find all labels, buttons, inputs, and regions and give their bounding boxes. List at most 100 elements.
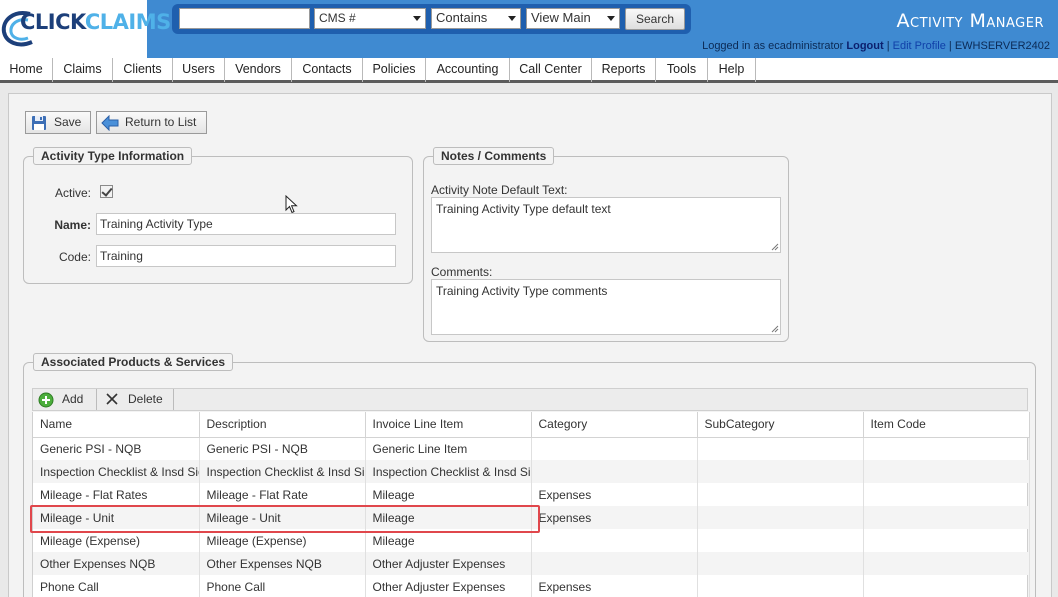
menu-item-contacts[interactable]: Contacts <box>292 58 363 82</box>
app-header: CLICKCLAIMS CMS # Contains View Main Sea… <box>0 0 1058 58</box>
cell-category: Expenses <box>531 483 698 506</box>
code-field[interactable]: Training <box>96 245 396 267</box>
column-header-name[interactable]: Name <box>33 412 200 438</box>
cell-subcategory <box>697 552 864 575</box>
table-row[interactable]: Phone Call Phone Call Other Adjuster Exp… <box>33 575 1030 597</box>
return-to-list-label: Return to List <box>125 115 197 129</box>
cell-subcategory <box>697 460 864 483</box>
comments-label: Comments: <box>431 265 493 279</box>
cell-item-code <box>863 437 1030 460</box>
cell-category <box>531 529 698 552</box>
resize-grip-icon[interactable] <box>771 243 779 251</box>
menu-item-vendors[interactable]: Vendors <box>225 58 292 82</box>
save-button[interactable]: Save <box>25 111 91 134</box>
column-header-item-code[interactable]: Item Code <box>863 412 1030 438</box>
column-header-description[interactable]: Description <box>199 412 366 438</box>
logout-link[interactable]: Logout <box>846 40 883 52</box>
default-text-textarea[interactable]: Training Activity Type default text <box>431 197 781 253</box>
cell-subcategory <box>697 506 864 529</box>
name-field[interactable]: Training Activity Type <box>96 213 396 235</box>
add-label: Add <box>62 392 84 406</box>
products-legend: Associated Products & Services <box>33 353 234 371</box>
search-operator-value: Contains <box>436 10 488 25</box>
table-row[interactable]: Other Expenses NQB Other Expenses NQB Ot… <box>33 552 1030 575</box>
cell-item-code <box>863 506 1030 529</box>
logo-part-click: CLICK <box>20 10 85 34</box>
search-field-select[interactable]: CMS # <box>314 8 426 29</box>
search-operator-select[interactable]: Contains <box>431 8 521 29</box>
delete-button[interactable]: Delete <box>99 389 174 410</box>
menu-item-call-center[interactable]: Call Center <box>510 58 592 82</box>
cell-category: Expenses <box>531 506 698 529</box>
table-row[interactable]: Mileage - Flat Rates Mileage - Flat Rate… <box>33 483 1030 506</box>
cell-description: Mileage - Flat Rate <box>199 483 366 506</box>
search-input[interactable] <box>179 8 310 29</box>
menu-item-claims[interactable]: Claims <box>53 58 113 82</box>
cell-subcategory <box>697 575 864 597</box>
cell-category <box>531 552 698 575</box>
comments-textarea[interactable]: Training Activity Type comments <box>431 279 781 335</box>
cell-description: Phone Call <box>199 575 366 597</box>
menu-item-help[interactable]: Help <box>708 58 756 82</box>
server-name: EWHSERVER2402 <box>954 40 1050 52</box>
edit-profile-link[interactable]: Edit Profile <box>893 40 946 52</box>
menu-item-policies[interactable]: Policies <box>363 58 426 82</box>
menu-item-home[interactable]: Home <box>0 58 53 82</box>
menu-item-clients[interactable]: Clients <box>113 58 173 82</box>
menu-item-reports[interactable]: Reports <box>592 58 656 82</box>
cell-category <box>531 437 698 460</box>
comments-value: Training Activity Type comments <box>436 284 608 298</box>
search-bar: CMS # Contains View Main Search <box>172 4 691 34</box>
chevron-down-icon <box>508 16 516 21</box>
cell-subcategory <box>697 529 864 552</box>
highlight-annotation-box <box>30 505 540 533</box>
menu-item-tools[interactable]: Tools <box>656 58 708 82</box>
logo-text: CLICKCLAIMS <box>20 10 171 34</box>
cell-item-code <box>863 460 1030 483</box>
add-icon <box>38 392 54 408</box>
resize-grip-icon[interactable] <box>771 325 779 333</box>
cell-description: Inspection Checklist & Insd Sig <box>199 460 366 483</box>
grid-toolbar: Add Delete <box>32 388 1028 411</box>
column-header-invoice-line-item[interactable]: Invoice Line Item <box>365 412 532 438</box>
table-row[interactable]: Inspection Checklist & Insd Sig Inspecti… <box>33 460 1030 483</box>
menu-item-accounting[interactable]: Accounting <box>426 58 510 82</box>
cell-name: Generic PSI - NQB <box>33 437 200 460</box>
cell-item-code <box>863 552 1030 575</box>
search-button[interactable]: Search <box>625 8 685 30</box>
menu-item-users[interactable]: Users <box>173 58 225 82</box>
cell-subcategory <box>697 483 864 506</box>
cell-item-code <box>863 575 1030 597</box>
cell-category <box>531 460 698 483</box>
cell-item-code <box>863 529 1030 552</box>
cell-invoice-line-item: Inspection Checklist & Insd Sig <box>365 460 532 483</box>
column-header-subcategory[interactable]: SubCategory <box>697 412 864 438</box>
cell-item-code <box>863 483 1030 506</box>
chevron-down-icon <box>607 16 615 21</box>
cell-name: Other Expenses NQB <box>33 552 200 575</box>
clickclaims-logo[interactable]: CLICKCLAIMS <box>0 0 171 58</box>
active-checkbox[interactable] <box>100 185 113 198</box>
cell-subcategory <box>697 437 864 460</box>
cell-description: Generic PSI - NQB <box>199 437 366 460</box>
cell-name: Mileage - Flat Rates <box>33 483 200 506</box>
separator: | <box>948 40 952 52</box>
return-to-list-button[interactable]: Return to List <box>96 111 207 134</box>
table-row[interactable]: Generic PSI - NQB Generic PSI - NQB Gene… <box>33 437 1030 460</box>
code-label: Code: <box>58 250 91 264</box>
add-button[interactable]: Add <box>33 389 97 410</box>
save-icon <box>32 116 46 130</box>
separator: | <box>886 40 890 52</box>
page-title: Activity Manager <box>896 10 1044 32</box>
chevron-down-icon <box>413 16 421 21</box>
search-field-value: CMS # <box>319 11 356 25</box>
column-header-category[interactable]: Category <box>531 412 698 438</box>
back-arrow-icon <box>101 115 119 131</box>
mouse-cursor-icon <box>285 195 298 214</box>
view-select[interactable]: View Main <box>526 8 620 29</box>
cell-invoice-line-item: Other Adjuster Expenses <box>365 575 532 597</box>
cell-invoice-line-item: Generic Line Item <box>365 437 532 460</box>
cell-description: Other Expenses NQB <box>199 552 366 575</box>
cell-name: Inspection Checklist & Insd Sig <box>33 460 200 483</box>
logged-in-text: Logged in as ecadministrator <box>702 40 844 52</box>
